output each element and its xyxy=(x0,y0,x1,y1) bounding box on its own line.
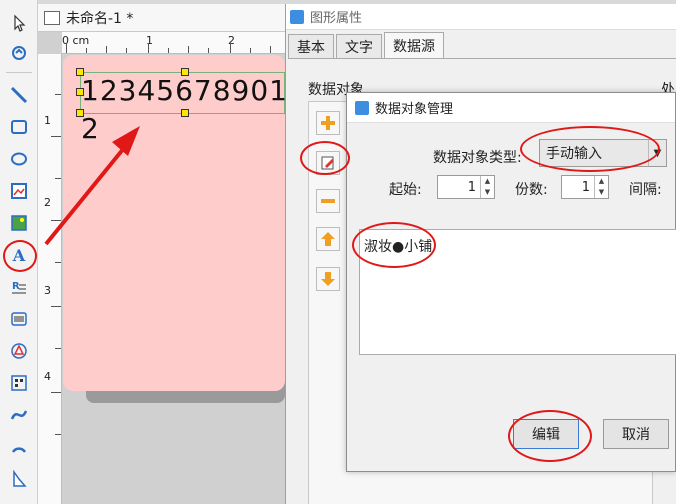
props-tabs: 基本 文字 数据源 xyxy=(288,32,446,58)
app-icon xyxy=(290,9,304,24)
dialog-title: 数据对象管理 xyxy=(375,102,454,117)
picture-icon[interactable] xyxy=(6,210,32,236)
ruler-top: 0 cm 1 2 xyxy=(62,32,285,54)
document-tab[interactable]: 未命名-1 * xyxy=(38,4,285,32)
copies-input[interactable]: 1 ▲ ▼ xyxy=(561,175,609,199)
curve-icon[interactable] xyxy=(6,402,32,428)
rich-text-icon[interactable]: R xyxy=(6,274,32,300)
add-button[interactable] xyxy=(316,111,340,135)
document-icon xyxy=(44,10,60,25)
resize-handle[interactable] xyxy=(76,88,84,96)
tab-data-source[interactable]: 数据源 xyxy=(384,32,444,58)
polygon-icon[interactable] xyxy=(6,466,32,492)
pointer-icon[interactable] xyxy=(6,10,32,36)
spin-down-icon[interactable]: ▼ xyxy=(481,187,494,198)
start-label: 起始: xyxy=(389,182,422,198)
copies-label: 份数: xyxy=(515,182,548,198)
remove-button[interactable] xyxy=(316,189,340,213)
annotation-circle xyxy=(3,240,37,272)
ruler-number: 3 xyxy=(44,284,51,297)
ellipse-icon[interactable] xyxy=(6,146,32,172)
props-title: 图形属性 xyxy=(310,11,363,26)
plus-icon xyxy=(321,116,335,130)
copies-value: 1 xyxy=(581,179,590,195)
ruler-number: 2 xyxy=(44,196,51,209)
barcode-icon[interactable] xyxy=(6,306,32,332)
arrow-down-icon xyxy=(321,272,335,286)
ruler-left: 1 2 3 4 xyxy=(38,54,62,504)
start-input[interactable]: 1 ▲ ▼ xyxy=(437,175,495,199)
annotation-circle xyxy=(508,410,592,462)
move-up-button[interactable] xyxy=(316,227,340,251)
resize-handle[interactable] xyxy=(181,109,189,117)
data-type-label: 数据对象类型: xyxy=(433,150,522,166)
arrow-up-icon xyxy=(321,232,335,246)
minus-icon xyxy=(321,199,335,203)
spin-up-icon[interactable]: ▲ xyxy=(595,176,608,187)
start-value: 1 xyxy=(467,179,476,195)
interval-label: 间隔: xyxy=(629,182,662,198)
svg-text:R: R xyxy=(12,281,20,292)
arc-icon[interactable] xyxy=(6,434,32,460)
tab-basic[interactable]: 基本 xyxy=(288,34,334,58)
annotation-circle xyxy=(352,222,436,268)
spin-down-icon[interactable]: ▼ xyxy=(595,187,608,198)
ruler-number: 4 xyxy=(44,370,51,383)
rectangle-icon[interactable] xyxy=(6,114,32,140)
tab-text[interactable]: 文字 xyxy=(336,34,382,58)
annotation-circle xyxy=(520,126,660,172)
spin-up-icon[interactable]: ▲ xyxy=(481,176,494,187)
resize-handle[interactable] xyxy=(76,68,84,76)
qrcode-icon[interactable] xyxy=(6,338,32,364)
document-title: 未命名-1 * xyxy=(66,10,134,27)
line-icon[interactable] xyxy=(6,82,32,108)
text-object-line1[interactable]: 12345678901 xyxy=(81,74,288,107)
dialog-titlebar: 数据对象管理 xyxy=(347,93,675,123)
pdf417-icon[interactable] xyxy=(6,370,32,396)
app-icon xyxy=(355,100,369,115)
props-titlebar: 图形属性 xyxy=(286,4,676,30)
resize-handle[interactable] xyxy=(76,109,84,117)
image-icon[interactable] xyxy=(6,178,32,204)
annotation-circle xyxy=(300,141,350,175)
pan-icon[interactable] xyxy=(6,40,32,66)
ruler-number: 1 xyxy=(44,114,51,127)
cancel-button[interactable]: 取消 xyxy=(603,419,669,449)
move-down-button[interactable] xyxy=(316,267,340,291)
resize-handle[interactable] xyxy=(181,68,189,76)
